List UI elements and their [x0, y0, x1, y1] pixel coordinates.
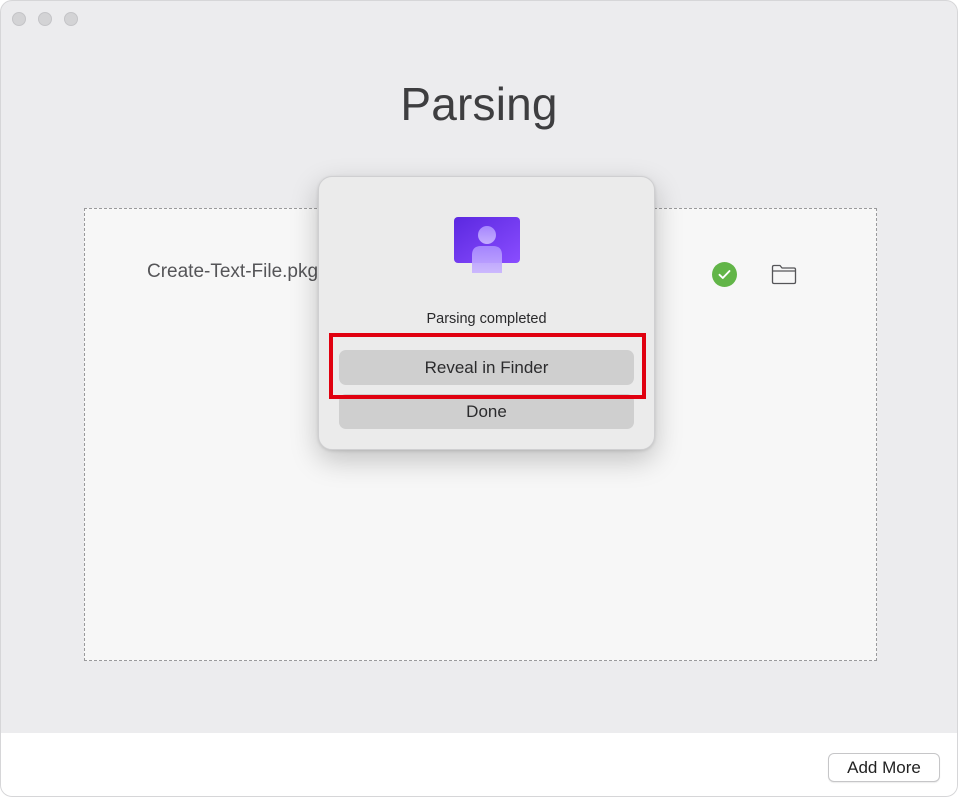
done-button[interactable]: Done [339, 394, 634, 429]
app-person-icon [454, 217, 520, 273]
window-controls [12, 12, 78, 26]
file-name: Create-Text-File.pkg [147, 261, 319, 282]
dialog-message: Parsing completed [426, 311, 547, 327]
add-more-button[interactable]: Add More [828, 753, 940, 782]
folder-icon[interactable] [771, 263, 797, 285]
close-window-button[interactable] [12, 12, 26, 26]
minimize-window-button[interactable] [38, 12, 52, 26]
page-title: Parsing [400, 78, 558, 130]
app-window: Parsing Create-Text-File.pkg Add More Pa… [0, 0, 958, 797]
bottom-toolbar: Add More [1, 733, 957, 796]
completion-dialog: Parsing completed Reveal in Finder Done [318, 176, 655, 450]
check-circle-icon [712, 262, 737, 287]
zoom-window-button[interactable] [64, 12, 78, 26]
reveal-in-finder-button[interactable]: Reveal in Finder [339, 350, 634, 385]
